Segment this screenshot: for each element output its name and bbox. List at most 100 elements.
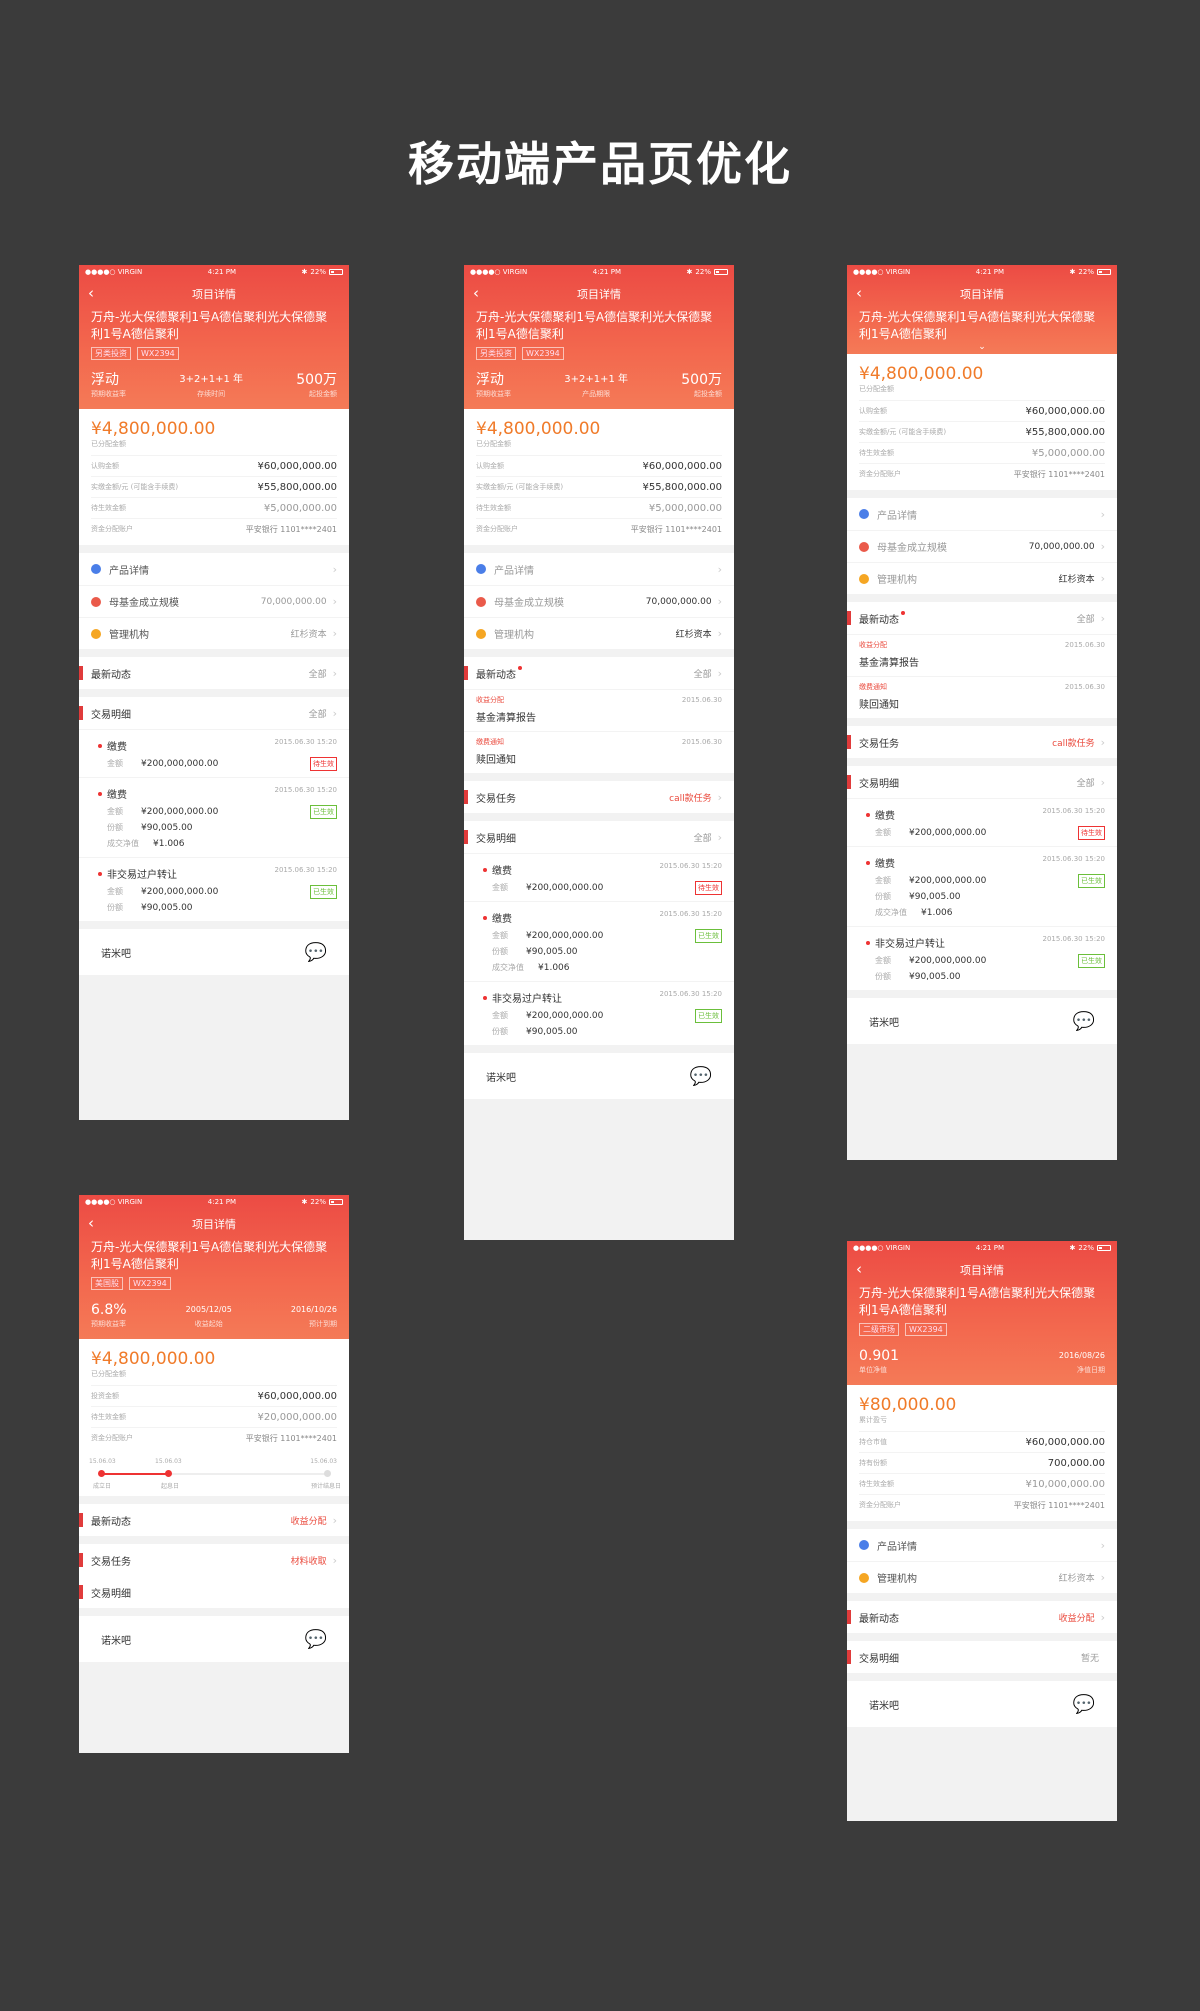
menu-item-fund-size[interactable]: 母基金成立规模 70,000,000.00 › xyxy=(847,530,1117,562)
kv-value: ¥60,000,000.00 xyxy=(257,1390,337,1402)
footer-bar[interactable]: 诺米吧 💬 xyxy=(79,1616,349,1662)
kv-label: 资金分配账户 xyxy=(859,470,901,478)
chevron-down-icon[interactable]: ⌄ xyxy=(847,343,1117,354)
amount-card: ¥4,800,000.00 已分配金额 认购金额 ¥60,000,000.00 实… xyxy=(464,409,734,545)
amount-card: ¥4,800,000.00 已分配金额 投资金额 ¥60,000,000.00 待… xyxy=(79,1339,349,1454)
kv-value: 700,000.00 xyxy=(1047,1457,1105,1469)
stat-nav-label: 单位净值 xyxy=(859,1366,887,1374)
list-item[interactable]: 缴费 2015.06.30 15:20 金额 ¥200,000,000.00 待生效 xyxy=(464,853,734,901)
footer-bar[interactable]: 诺米吧 💬 xyxy=(847,1681,1117,1727)
timeline-label: 成立日 xyxy=(93,1483,112,1490)
tasks-header[interactable]: 交易任务 call款任务 › xyxy=(847,726,1117,758)
list-item[interactable]: 缴费通知 2015.06.30 赎回通知 xyxy=(464,731,734,773)
stat-term: 3+2+1+1 年 xyxy=(179,374,244,385)
footer-bar[interactable]: 诺米吧 💬 xyxy=(847,998,1117,1044)
detail-header[interactable]: 交易明细 暂无 xyxy=(847,1641,1117,1673)
menu-item-manager[interactable]: 管理机构 红杉资本 › xyxy=(79,617,349,649)
back-icon[interactable]: ‹ xyxy=(88,286,94,301)
news-header[interactable]: 最新动态 全部 › xyxy=(464,657,734,689)
back-icon[interactable]: ‹ xyxy=(856,286,862,301)
kv-label: 待生效金额 xyxy=(91,1413,126,1421)
list-item[interactable]: 缴费 2015.06.30 15:20 金额 ¥200,000,000.00 已生效 份额… xyxy=(464,901,734,981)
tag-code: WX2394 xyxy=(905,1323,947,1336)
tx-value: ¥200,000,000.00 xyxy=(909,827,987,838)
timeline-point xyxy=(98,1470,105,1477)
list-item[interactable]: 非交易过户转让 2015.06.30 15:20 金额 ¥200,000,000.00… xyxy=(847,926,1117,990)
menu-item-product[interactable]: 产品详情 › xyxy=(847,1529,1117,1561)
back-icon[interactable]: ‹ xyxy=(856,1262,862,1277)
list-item[interactable]: 非交易过户转让 2015.06.30 15:20 金额 ¥200,000,000.00… xyxy=(464,981,734,1045)
news-header[interactable]: 最新动态 收益分配 › xyxy=(79,1504,349,1536)
timeline: 15.06.03 15.06.03 15.06.03 成立日 起息日 预计结息日 xyxy=(79,1454,349,1496)
status-badge: 待生效 xyxy=(310,756,337,771)
list-item[interactable]: 缴费 2015.06.30 15:20 金额 ¥200,000,000.00 已生效 份额… xyxy=(79,777,349,857)
chat-icon[interactable]: 💬 xyxy=(1073,1694,1095,1715)
kv-value: 平安银行 1101****2401 xyxy=(245,524,337,534)
back-icon[interactable]: ‹ xyxy=(88,1216,94,1231)
info-icon xyxy=(859,1540,869,1550)
detail-header[interactable]: 交易明细 全部 › xyxy=(79,697,349,729)
allocated-label: 已分配金额 xyxy=(859,385,894,393)
allocated-amount: ¥4,800,000.00 xyxy=(91,1349,216,1369)
menu-item-fund-size[interactable]: 母基金成立规模 70,000,000.00 › xyxy=(464,585,734,617)
news-section: 最新动态 收益分配 › xyxy=(847,1601,1117,1633)
list-item[interactable]: 非交易过户转让 2015.06.30 15:20 金额 ¥200,000,000.00… xyxy=(79,857,349,921)
detail-header[interactable]: 交易明细 全部 › xyxy=(847,766,1117,798)
news-header[interactable]: 最新动态 收益分配 › xyxy=(847,1601,1117,1633)
tx-label: 份额 xyxy=(875,972,891,981)
footer-bar[interactable]: 诺米吧 💬 xyxy=(79,929,349,975)
news-title: 基金清算报告 xyxy=(476,713,536,724)
timeline-label: 起息日 xyxy=(161,1483,180,1490)
list-item[interactable]: 缴费 2015.06.30 15:20 金额 ¥200,000,000.00 待生效 xyxy=(79,729,349,777)
fund-icon xyxy=(476,596,486,607)
tx-label: 份额 xyxy=(107,903,123,912)
menu-item-manager[interactable]: 管理机构 红杉资本 › xyxy=(464,617,734,649)
tx-label: 金额 xyxy=(875,956,891,965)
manager-icon xyxy=(859,1572,869,1583)
chat-icon[interactable]: 💬 xyxy=(690,1066,712,1087)
header: ●●●●○ VIRGIN 4:21 PM ✱ 22% ‹ 项目详情 万舟-光大保德聚利1… xyxy=(464,265,734,409)
kv-value: ¥5,000,000.00 xyxy=(1031,447,1105,459)
list-item[interactable]: 收益分配 2015.06.30 基金清算报告 xyxy=(847,634,1117,676)
bluetooth-icon: ✱ xyxy=(301,1198,308,1206)
detail-header[interactable]: 交易明细 全部 › xyxy=(464,821,734,853)
menu-item-product[interactable]: 产品详情 › xyxy=(79,553,349,585)
menu-item-manager[interactable]: 管理机构 红杉资本 › xyxy=(847,1561,1117,1593)
footer-bar[interactable]: 诺米吧 💬 xyxy=(464,1053,734,1099)
chat-icon[interactable]: 💬 xyxy=(305,942,327,963)
chat-icon[interactable]: 💬 xyxy=(1073,1011,1095,1032)
menu-value: 70,000,000.00 xyxy=(260,596,327,607)
menu-item-manager[interactable]: 管理机构 红杉资本 › xyxy=(847,562,1117,594)
news-header[interactable]: 最新动态 全部 › xyxy=(79,657,349,689)
tx-date: 2015.06.30 15:20 xyxy=(1042,807,1105,815)
back-icon[interactable]: ‹ xyxy=(473,286,479,301)
list-item[interactable]: 缴费 2015.06.30 15:20 金额 ¥200,000,000.00 待生效 xyxy=(847,798,1117,846)
menu-list: 产品详情 › 母基金成立规模 70,000,000.00 › 管理机构 红杉资本 › xyxy=(847,498,1117,594)
list-item[interactable]: 缴费通知 2015.06.30 赎回通知 xyxy=(847,676,1117,718)
kv-label: 持仓市值 xyxy=(859,1438,887,1446)
news-header[interactable]: 最新动态 全部 › xyxy=(847,602,1117,634)
status-badge: 已生效 xyxy=(310,804,337,819)
chat-icon[interactable]: 💬 xyxy=(305,1629,327,1650)
tag-code: WX2394 xyxy=(522,347,564,360)
detail-section: 交易明细 全部 › 缴费 2015.06.30 15:20 金额 ¥200,000,000… xyxy=(464,821,734,1045)
tx-label: 份额 xyxy=(492,947,508,956)
tx-value: ¥200,000,000.00 xyxy=(526,882,604,893)
menu-item-product[interactable]: 产品详情 › xyxy=(847,498,1117,530)
menu-item-product[interactable]: 产品详情 › xyxy=(464,553,734,585)
list-item[interactable]: 缴费 2015.06.30 15:20 金额 ¥200,000,000.00 已生效 份额… xyxy=(847,846,1117,926)
status-bar: ●●●●○ VIRGIN 4:21 PM ✱ 22% xyxy=(847,1241,1117,1255)
tag-category: 美国股 xyxy=(91,1277,123,1290)
section-value: call款任务 xyxy=(1052,738,1095,749)
bluetooth-icon: ✱ xyxy=(686,268,693,276)
section-all: 全部 xyxy=(308,709,327,720)
menu-item-fund-size[interactable]: 母基金成立规模 70,000,000.00 › xyxy=(79,585,349,617)
list-item[interactable]: 收益分配 2015.06.30 基金清算报告 xyxy=(464,689,734,731)
chevron-right-icon: › xyxy=(1100,611,1105,625)
clock: 4:21 PM xyxy=(207,268,236,276)
phone-screen-2: ●●●●○ VIRGIN 4:21 PM ✱ 22% ‹ 项目详情 万舟-光大保德聚利1… xyxy=(464,265,734,1240)
tasks-header[interactable]: 交易任务 call款任务 › xyxy=(464,781,734,813)
chevron-right-icon: › xyxy=(1100,572,1105,585)
detail-header[interactable]: 交易明细 xyxy=(79,1576,349,1608)
tasks-header[interactable]: 交易任务 材料收取 › xyxy=(79,1544,349,1576)
